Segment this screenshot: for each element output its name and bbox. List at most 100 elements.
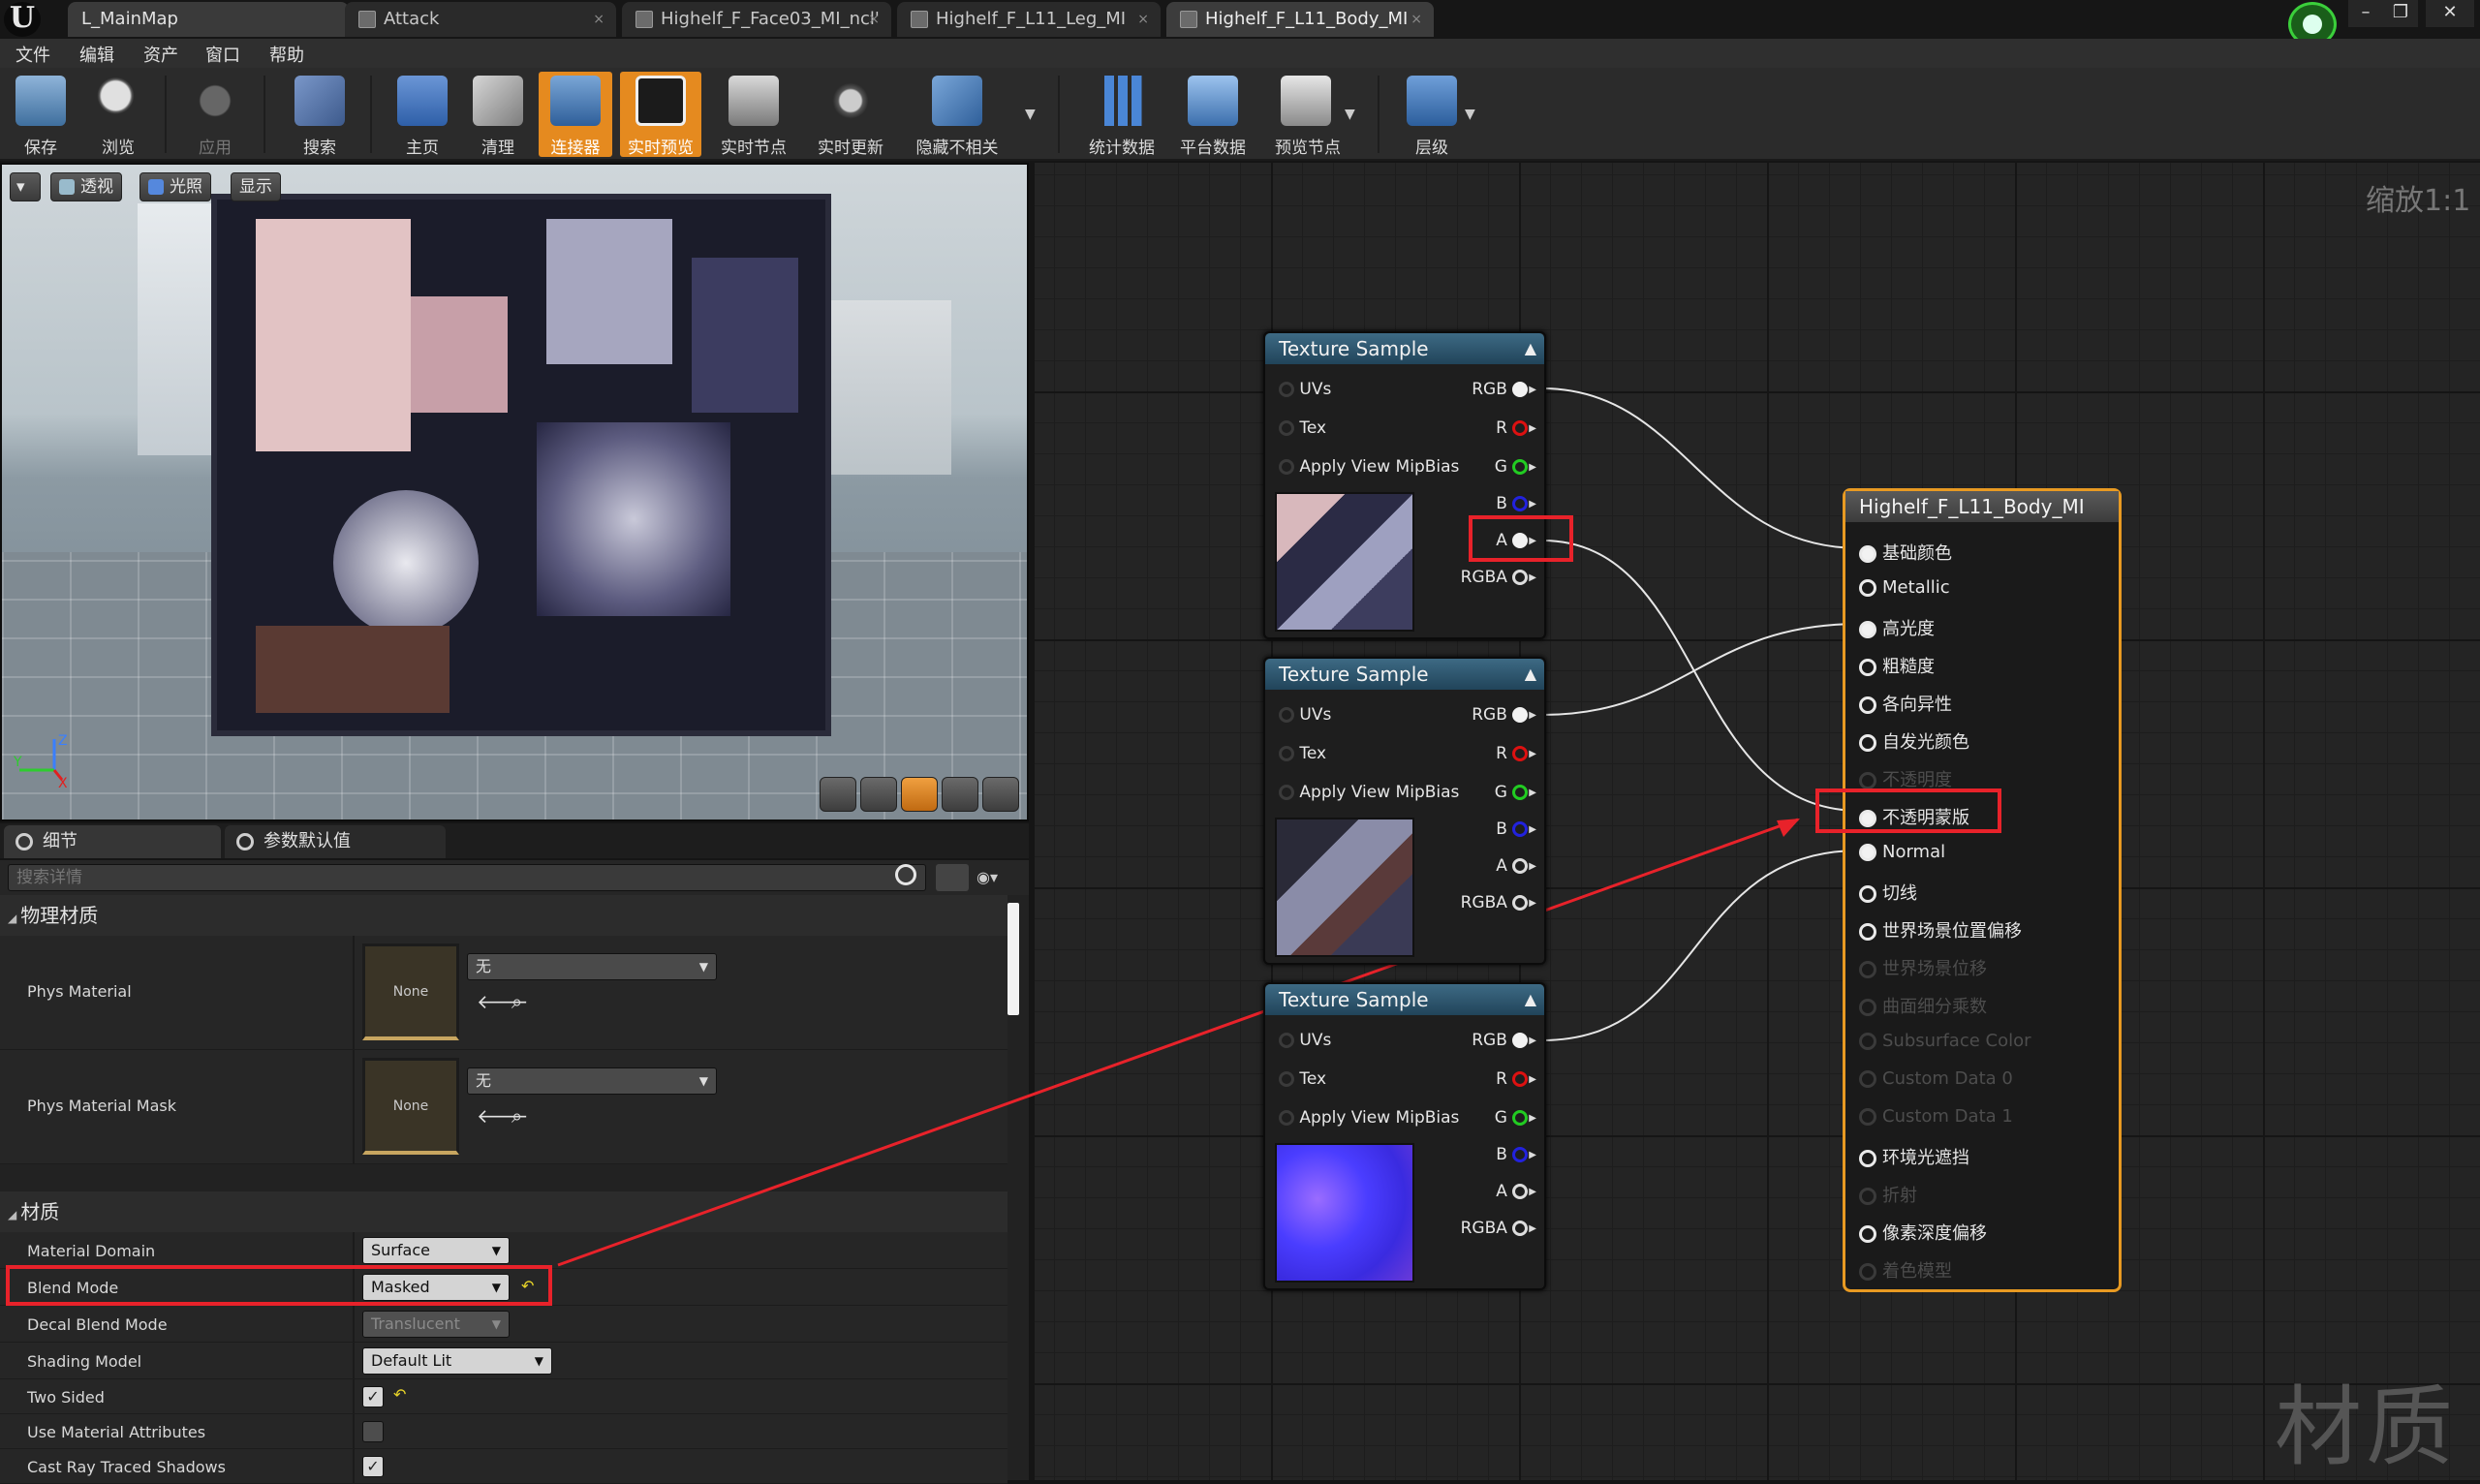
pin-apply-view-mipbias[interactable]: Apply View MipBias: [1279, 457, 1459, 477]
cast-ray-traced-shadows-checkbox[interactable]: ✓: [362, 1456, 384, 1477]
connectors-button[interactable]: 连接器: [539, 72, 612, 158]
result-pin[interactable]: Normal: [1859, 842, 1945, 862]
apply-button[interactable]: 应用: [178, 72, 252, 158]
category-physical-material[interactable]: ◢ 物理材质: [0, 895, 1008, 936]
result-pin[interactable]: 切线: [1859, 880, 1917, 905]
material-result-node[interactable]: Highelf_F_L11_Body_MI 基础颜色 Metallic 高光度粗糙度…: [1843, 488, 2122, 1292]
result-pin[interactable]: 像素深度偏移: [1859, 1220, 1987, 1245]
hierarchy-button[interactable]: 层级: [1395, 72, 1469, 158]
pin-tex[interactable]: Tex: [1279, 744, 1326, 763]
pin-r[interactable]: R ▶: [1496, 418, 1536, 438]
tab-main-map[interactable]: L_MainMap: [68, 2, 349, 37]
menu-asset[interactable]: 资产: [143, 42, 178, 67]
hide-unrelated-button[interactable]: 隐藏不相关: [907, 72, 1008, 158]
preview-cube-button[interactable]: [942, 777, 978, 812]
texture-sample-node-3[interactable]: Texture Sample ▲ UVs Tex Apply View MipBi…: [1263, 982, 1546, 1290]
close-icon[interactable]: ×: [1137, 2, 1149, 37]
pin-g[interactable]: G ▶: [1495, 457, 1536, 477]
home-button[interactable]: 主页: [386, 72, 459, 158]
close-icon[interactable]: ×: [868, 2, 880, 37]
reset-to-default-icon[interactable]: ↶: [393, 1385, 406, 1404]
close-window-icon[interactable]: ✕: [2426, 0, 2474, 27]
pin-rgba[interactable]: RGBA ▶: [1461, 893, 1536, 912]
shading-model-dropdown[interactable]: Default Lit ▼: [362, 1347, 552, 1375]
preview-plane-button[interactable]: [901, 777, 938, 812]
grid-view-icon[interactable]: [936, 864, 969, 891]
tab-body-material[interactable]: Highelf_F_L11_Body_MI ×: [1166, 2, 1434, 37]
pin-rgba[interactable]: RGBA ▶: [1461, 1219, 1536, 1238]
pin-rgb[interactable]: RGB ▶: [1472, 380, 1536, 399]
lighting-button[interactable]: 光照: [140, 172, 211, 201]
result-pin[interactable]: 各向异性: [1859, 691, 1952, 716]
platform-stats-button[interactable]: 平台数据: [1176, 72, 1250, 158]
result-pin[interactable]: 粗糙度: [1859, 653, 1935, 678]
two-sided-checkbox[interactable]: ✓: [362, 1386, 384, 1407]
preview-cylinder-button[interactable]: [820, 777, 856, 812]
pin-uvs[interactable]: UVs: [1279, 705, 1331, 725]
tab-parameter-defaults[interactable]: 参数默认值: [225, 825, 446, 858]
pin-b[interactable]: B ▶: [1496, 494, 1536, 513]
tab-leg-material[interactable]: Highelf_F_L11_Leg_MI ×: [897, 2, 1161, 37]
preview-node-button[interactable]: 预览节点: [1269, 72, 1347, 158]
category-material[interactable]: ◢ 材质: [0, 1191, 1008, 1232]
live-preview-button[interactable]: 实时预览: [620, 72, 701, 158]
result-pin[interactable]: 高光度: [1859, 615, 1935, 640]
browse-button[interactable]: 浏览: [81, 72, 155, 158]
pin-r[interactable]: R ▶: [1496, 744, 1536, 763]
menu-window[interactable]: 窗口: [205, 42, 240, 67]
pin-rgb[interactable]: RGB ▶: [1472, 1031, 1536, 1050]
stats-button[interactable]: 统计数据: [1085, 72, 1159, 158]
node-header[interactable]: Highelf_F_L11_Body_MI: [1845, 491, 2119, 522]
pin-g[interactable]: G ▶: [1495, 1108, 1536, 1128]
texture-sample-node-1[interactable]: Texture Sample ▲ UVs Tex Apply View MipBi…: [1263, 331, 1546, 639]
tab-attack[interactable]: Attack ×: [345, 2, 616, 37]
collapse-icon[interactable]: ▲: [1525, 984, 1536, 1015]
tab-details[interactable]: 细节: [4, 825, 221, 858]
result-pin[interactable]: Metallic: [1859, 577, 1950, 598]
phys-mask-picker[interactable]: 无 ▼: [467, 1067, 717, 1095]
minimize-icon[interactable]: –: [2348, 0, 2383, 27]
clean-button[interactable]: 清理: [461, 72, 535, 158]
live-nodes-button[interactable]: 实时节点: [717, 72, 790, 158]
collapse-icon[interactable]: ▲: [1525, 333, 1536, 364]
pin-a[interactable]: A ▶: [1496, 856, 1536, 876]
close-icon[interactable]: ×: [1410, 2, 1422, 37]
preview-sphere-button[interactable]: [860, 777, 897, 812]
material-domain-dropdown[interactable]: Surface ▼: [362, 1237, 510, 1264]
menu-help[interactable]: 帮助: [269, 42, 304, 67]
pin-uvs[interactable]: UVs: [1279, 1031, 1331, 1050]
pin-rgb[interactable]: RGB ▶: [1472, 705, 1536, 725]
use-material-attributes-checkbox[interactable]: [362, 1421, 384, 1442]
result-pin[interactable]: 环境光遮挡: [1859, 1144, 1969, 1169]
pin-r[interactable]: R ▶: [1496, 1069, 1536, 1089]
close-icon[interactable]: ×: [593, 2, 604, 37]
result-pin[interactable]: 基础颜色: [1859, 540, 1952, 565]
tab-face-material[interactable]: Highelf_F_Face03_MI_ncl' ×: [622, 2, 891, 37]
maximize-icon[interactable]: ❐: [2383, 0, 2418, 27]
pin-tex[interactable]: Tex: [1279, 418, 1326, 438]
viewport-options-button[interactable]: ▾: [10, 172, 41, 201]
node-header[interactable]: Texture Sample ▲: [1265, 659, 1544, 690]
chevron-down-icon[interactable]: ▼: [1025, 107, 1036, 122]
save-button[interactable]: 保存: [4, 72, 78, 158]
unreal-logo-icon[interactable]: U: [4, 2, 41, 37]
asset-thumbnail[interactable]: None: [362, 1058, 459, 1155]
asset-thumbnail[interactable]: None: [362, 943, 459, 1040]
menu-file[interactable]: 文件: [16, 42, 50, 67]
pin-b[interactable]: B ▶: [1496, 1145, 1536, 1164]
preview-viewport[interactable]: ▾ 透视 光照 显示 Z X Y: [0, 163, 1029, 821]
node-header[interactable]: Texture Sample ▲: [1265, 984, 1544, 1015]
browse-asset-icon[interactable]: ⌕: [512, 990, 522, 1013]
node-header[interactable]: Texture Sample ▲: [1265, 333, 1544, 364]
phys-material-picker[interactable]: 无 ▼: [467, 953, 717, 980]
texture-sample-node-2[interactable]: Texture Sample ▲ UVs Tex Apply View MipBi…: [1263, 657, 1546, 965]
live-update-button[interactable]: 实时更新: [814, 72, 887, 158]
chevron-down-icon[interactable]: ▼: [1345, 107, 1355, 122]
pin-a[interactable]: A ▶: [1496, 1182, 1536, 1201]
search-button[interactable]: 搜索: [283, 72, 356, 158]
show-button[interactable]: 显示: [231, 172, 281, 201]
pin-apply-view-mipbias[interactable]: Apply View MipBias: [1279, 783, 1459, 802]
chevron-down-icon[interactable]: ▼: [1465, 107, 1475, 122]
search-icon[interactable]: [895, 864, 916, 885]
pin-g[interactable]: G ▶: [1495, 783, 1536, 802]
